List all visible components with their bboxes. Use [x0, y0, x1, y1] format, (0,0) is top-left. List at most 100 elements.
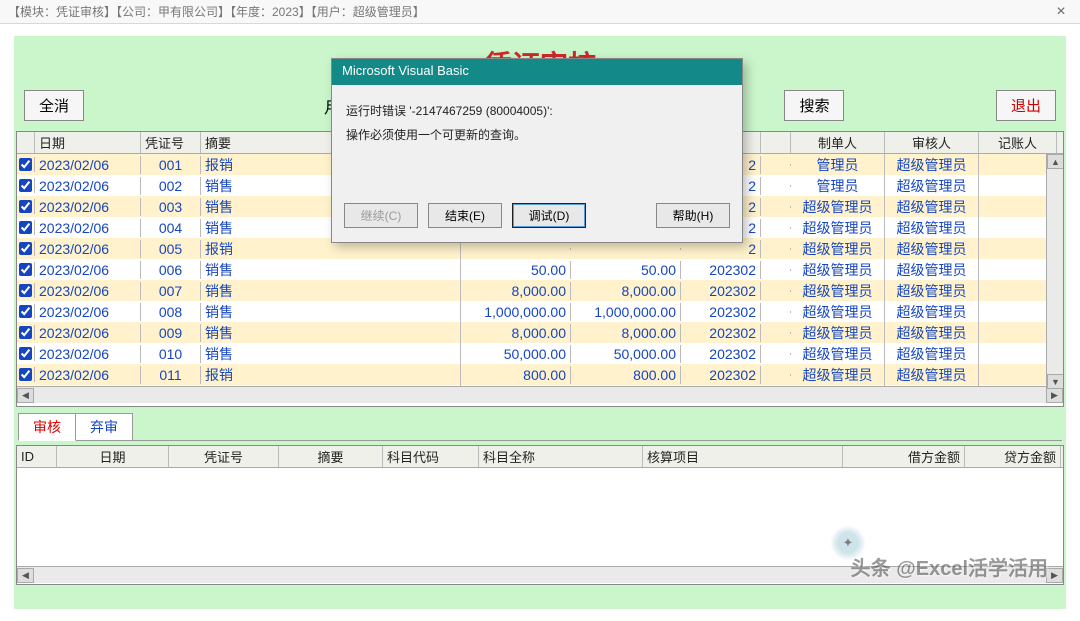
col-date[interactable]: 日期	[35, 132, 141, 153]
row-checkbox[interactable]	[17, 346, 35, 361]
cell-auditor: 超级管理员	[885, 364, 979, 386]
cell-date: 2023/02/06	[35, 177, 141, 195]
cell-maker: 超级管理员	[791, 301, 885, 323]
cell-desc: 销售	[201, 301, 461, 323]
debug-button[interactable]: 调试(D)	[512, 203, 586, 228]
window-titlebar: 【模块：凭证审核】【公司：甲有限公司】【年度：2023】【用户：超级管理员】 ×	[0, 0, 1080, 24]
cell-date: 2023/02/06	[35, 303, 141, 321]
cell-credit: 8,000.00	[571, 282, 681, 300]
row-checkbox[interactable]	[17, 199, 35, 214]
scroll-right-icon[interactable]: ▶	[1046, 388, 1063, 403]
dialog-body: 运行时错误 '-2147467259 (80004005)': 操作必须使用一个…	[332, 85, 742, 195]
row-checkbox[interactable]	[17, 367, 35, 382]
col2-project[interactable]: 核算项目	[643, 446, 843, 467]
vb-error-dialog: Microsoft Visual Basic 运行时错误 '-214746725…	[331, 58, 743, 243]
col2-credit[interactable]: 贷方金额	[965, 446, 1061, 467]
scroll-down-icon[interactable]: ▼	[1047, 374, 1064, 389]
row-checkbox[interactable]	[17, 283, 35, 298]
cell-date: 2023/02/06	[35, 345, 141, 363]
table-row[interactable]: 2023/02/06011报销800.00800.00202302超级管理员超级…	[17, 364, 1063, 385]
scroll-left-icon[interactable]: ◀	[17, 388, 34, 403]
exit-button[interactable]: 退出	[996, 90, 1056, 121]
detail-tabs: 审核 弃审	[18, 413, 1062, 441]
col2-acccode[interactable]: 科目代码	[383, 446, 479, 467]
cell-desc: 销售	[201, 280, 461, 302]
cell-auditor: 超级管理员	[885, 238, 979, 260]
cell-credit: 8,000.00	[571, 324, 681, 342]
row-checkbox[interactable]	[17, 220, 35, 235]
cell-auditor: 超级管理员	[885, 196, 979, 218]
close-icon[interactable]: ×	[1050, 3, 1072, 21]
watermark-text: 头条 @Excel活学活用	[851, 552, 1048, 581]
row-checkbox[interactable]	[17, 262, 35, 277]
col-booker[interactable]: 记账人	[979, 132, 1057, 153]
cell-auditor: 超级管理员	[885, 385, 979, 387]
cell-auditor: 超级管理员	[885, 175, 979, 197]
cell-vno: 008	[141, 303, 201, 321]
tab-abandon[interactable]: 弃审	[76, 413, 133, 441]
cell-vno: 004	[141, 219, 201, 237]
cell-desc: 销售	[201, 322, 461, 344]
table-row[interactable]: 2023/02/06010销售50,000.0050,000.00202302超…	[17, 343, 1063, 364]
row-checkbox[interactable]	[17, 325, 35, 340]
table-row[interactable]: 2023/02/06008销售1,000,000.001,000,000.002…	[17, 301, 1063, 322]
cell-period: 202302	[681, 345, 761, 363]
col2-id[interactable]: ID	[17, 446, 57, 467]
col2-desc[interactable]: 摘要	[279, 446, 383, 467]
cell-auditor: 超级管理员	[885, 280, 979, 302]
cell-period: 202302	[681, 324, 761, 342]
cell-auditor: 超级管理员	[885, 301, 979, 323]
continue-button: 继续(C)	[344, 203, 418, 228]
cell-vno: 002	[141, 177, 201, 195]
col-maker[interactable]: 制单人	[791, 132, 885, 153]
scroll-left-icon[interactable]: ◀	[17, 568, 34, 583]
cell-date: 2023/02/06	[35, 240, 141, 258]
col2-debit[interactable]: 借方金额	[843, 446, 965, 467]
cell-vno: 010	[141, 345, 201, 363]
row-checkbox[interactable]	[17, 178, 35, 193]
cell-desc: 报销	[201, 385, 461, 387]
cell-auditor: 超级管理员	[885, 343, 979, 365]
cell-maker: 管理员	[791, 175, 885, 197]
cell-credit: 50,000.00	[571, 345, 681, 363]
select-none-button[interactable]: 全消	[24, 90, 84, 121]
cell-auditor: 超级管理员	[885, 154, 979, 176]
cell-period: 202302	[681, 303, 761, 321]
row-checkbox[interactable]	[17, 157, 35, 172]
table-row[interactable]: 2023/02/06006销售50.0050.00202302超级管理员超级管理…	[17, 259, 1063, 280]
col2-accname[interactable]: 科目全称	[479, 446, 643, 467]
detail-grid-header: ID 日期 凭证号 摘要 科目代码 科目全称 核算项目 借方金额 贷方金额	[17, 446, 1063, 468]
cell-vno: 007	[141, 282, 201, 300]
cell-desc: 销售	[201, 259, 461, 281]
cell-debit	[461, 248, 571, 250]
vertical-scrollbar[interactable]: ▲ ▼	[1046, 154, 1063, 389]
end-button[interactable]: 结束(E)	[428, 203, 502, 228]
cell-debit: 800.00	[461, 366, 571, 384]
cell-maker: 超级管理员	[791, 196, 885, 218]
table-row[interactable]: 2023/02/06009销售8,000.008,000.00202302超级管…	[17, 322, 1063, 343]
col2-vno[interactable]: 凭证号	[169, 446, 279, 467]
search-button[interactable]: 搜索	[784, 90, 844, 121]
cell-date: 2023/02/06	[35, 198, 141, 216]
col2-date[interactable]: 日期	[57, 446, 169, 467]
tab-audit[interactable]: 审核	[18, 413, 76, 441]
cell-vno: 003	[141, 198, 201, 216]
help-button[interactable]: 帮助(H)	[656, 203, 730, 228]
col-auditor[interactable]: 审核人	[885, 132, 979, 153]
row-checkbox[interactable]	[17, 241, 35, 256]
table-row[interactable]: 2023/02/06007销售8,000.008,000.00202302超级管…	[17, 280, 1063, 301]
scroll-up-icon[interactable]: ▲	[1047, 154, 1064, 169]
dialog-title[interactable]: Microsoft Visual Basic	[332, 59, 742, 85]
cell-maker: 超级管理员	[791, 259, 885, 281]
cell-period: 202302	[681, 261, 761, 279]
cell-auditor: 超级管理员	[885, 322, 979, 344]
col-vno[interactable]: 凭证号	[141, 132, 201, 153]
scroll-right-icon[interactable]: ▶	[1046, 568, 1063, 583]
row-checkbox[interactable]	[17, 304, 35, 319]
horizontal-scrollbar[interactable]: ◀ ▶	[17, 386, 1063, 403]
cell-credit: 1,000,000.00	[571, 303, 681, 321]
cell-credit: 50.00	[571, 261, 681, 279]
cell-period: 202302	[681, 366, 761, 384]
error-line-1: 运行时错误 '-2147467259 (80004005)':	[346, 99, 728, 123]
cell-maker: 超级管理员	[791, 280, 885, 302]
